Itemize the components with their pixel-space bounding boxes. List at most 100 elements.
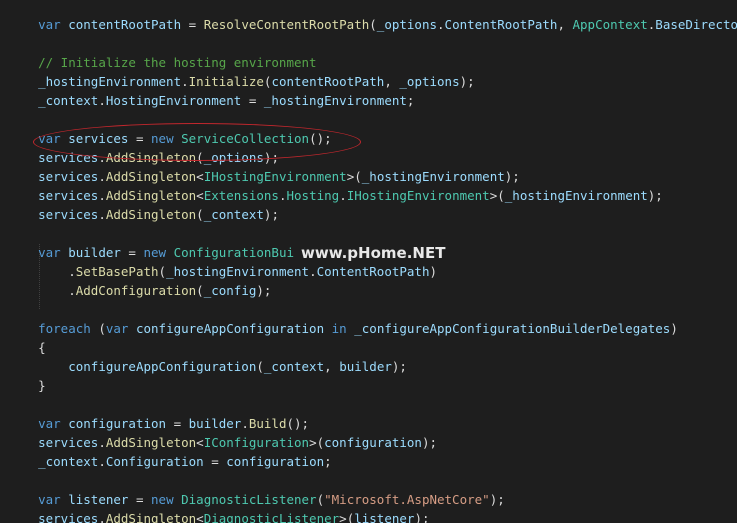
code-line[interactable]: _context.HostingEnvironment = _hostingEn… [8,91,737,110]
code-token: listener [68,492,129,507]
code-token: _hostingEnvironment [263,93,407,108]
code-token: ); [459,74,475,89]
code-token: . [309,264,317,279]
code-token: , [557,17,573,32]
code-token: >( [489,188,505,203]
code-line[interactable]: .AddConfiguration(_config); [8,281,737,300]
code-token: in [331,321,347,336]
code-line[interactable]: configureAppConfiguration(_context, buil… [8,357,737,376]
code-line[interactable]: _hostingEnvironment.Initialize(contentRo… [8,72,737,91]
code-token: , [384,74,400,89]
code-token: ( [316,492,325,507]
code-token: contentRootPath [68,17,182,32]
code-line[interactable]: var contentRootPath = ResolveContentRoot… [8,15,737,34]
code-token: < [196,511,204,523]
code-token: builder [339,359,392,374]
code-token: < [196,435,204,450]
code-token: HostingEnvironment [105,93,242,108]
code-token: _context [38,93,99,108]
code-token: . [98,188,106,203]
code-line[interactable]: var listener = new DiagnosticListener("M… [8,490,737,509]
code-token: ); [256,283,272,298]
code-token: services [38,207,99,222]
code-token: AddSingleton [105,511,197,523]
code-token: _context [38,454,99,469]
code-token: = [128,492,152,507]
code-token: _context [203,207,264,222]
code-line[interactable]: .SetBasePath(_hostingEnvironment.Content… [8,262,737,281]
code-line[interactable]: services.AddSingleton<IHostingEnvironmen… [8,167,737,186]
code-line[interactable] [8,224,737,243]
code-text[interactable]: var contentRootPath = ResolveContentRoot… [8,15,737,523]
code-token: IConfiguration [203,435,310,450]
code-token: >( [339,511,355,523]
code-token: new [151,492,174,507]
code-line[interactable]: var configuration = builder.Build(); [8,414,737,433]
code-token: = [120,245,144,260]
code-token: ); [647,188,663,203]
code-line[interactable]: } [8,376,737,395]
code-line[interactable]: foreach (var configureAppConfiguration i… [8,319,737,338]
code-token: ( [196,207,204,222]
code-line[interactable]: // Initialize the hosting environment [8,53,737,72]
code-token: _options [376,17,438,32]
code-token: . [181,74,189,89]
code-token: configureAppConfiguration [135,321,325,336]
code-token: var [38,492,61,507]
code-token: { [8,340,46,355]
code-token: (); [286,416,310,431]
code-token: ; [406,93,415,108]
code-token: var [38,416,61,431]
code-line[interactable]: _context.Configuration = configuration; [8,452,737,471]
code-token: _hostingEnvironment [166,264,310,279]
code-line[interactable] [8,395,737,414]
code-token: AddSingleton [105,207,197,222]
code-token: ; [324,454,332,469]
code-token: < [196,188,204,203]
highlight-ellipse-annotation [33,123,361,161]
watermark-text: www.pHome.NET [301,244,446,262]
code-token: services [38,511,99,523]
code-token: >( [346,169,362,184]
code-token: // Initialize the hosting environment [38,55,317,70]
code-line[interactable] [8,300,737,319]
code-line[interactable]: services.AddSingleton(_context); [8,205,737,224]
code-token: var [38,17,61,32]
code-editor[interactable]: var contentRootPath = ResolveContentRoot… [0,0,737,523]
code-token: configuration [324,435,422,450]
code-token: AddSingleton [105,188,197,203]
code-token: } [8,378,46,393]
code-line[interactable]: services.AddSingleton<DiagnosticListener… [8,509,737,523]
code-token: _hostingEnvironment [504,188,648,203]
code-token: var [38,245,61,260]
code-token: new [143,245,167,260]
code-line[interactable] [8,34,737,53]
code-line[interactable]: { [8,338,737,357]
code-line[interactable]: services.AddSingleton<Extensions.Hosting… [8,186,737,205]
code-token: . [98,511,106,523]
code-token: configureAppConfiguration [68,359,257,374]
code-token: ConfigurationBui [173,245,295,260]
code-token: var [105,321,129,336]
code-token: ) [670,321,678,336]
code-token: . [8,283,76,298]
code-line[interactable]: services.AddSingleton<IConfiguration>(co… [8,433,737,452]
code-token: ( [369,17,377,32]
code-token: . [339,188,347,203]
code-token: Initialize [188,74,264,89]
code-token: SetBasePath [75,264,159,279]
code-line[interactable] [8,471,737,490]
code-token: builder [188,416,242,431]
code-token: services [38,435,99,450]
code-token: ); [504,169,520,184]
